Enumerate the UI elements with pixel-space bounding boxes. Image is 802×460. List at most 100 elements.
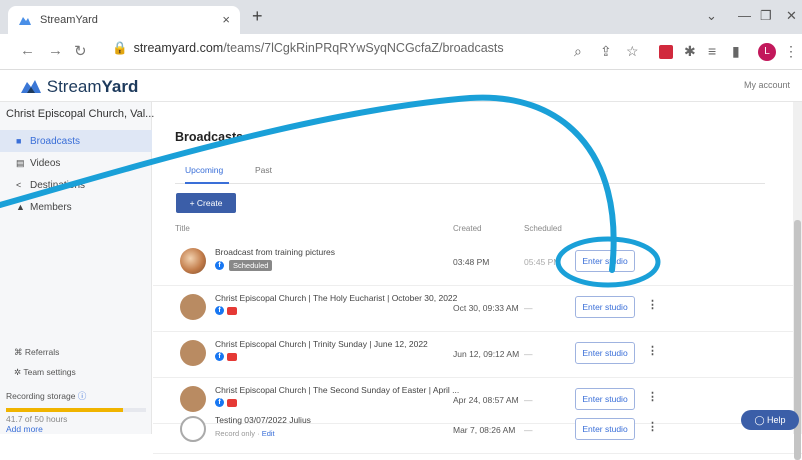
enter-studio-button[interactable]: Enter studio [575, 296, 635, 318]
tab-past[interactable]: Past [255, 165, 272, 175]
facebook-icon: f [215, 352, 224, 361]
scheduled-time: — [524, 395, 533, 405]
enter-studio-button[interactable]: Enter studio [575, 418, 635, 440]
more-options-icon[interactable]: ⋮ [647, 298, 658, 311]
col-title: Title [175, 224, 190, 233]
active-tab-underline [185, 182, 229, 184]
tab-search-icon[interactable]: ⌄ [706, 8, 717, 24]
team-name[interactable]: Christ Episcopal Church, Val... [6, 108, 154, 120]
broadcast-title[interactable]: Testing 03/07/2022 Julius [215, 415, 311, 425]
broadcast-tabs: Upcoming Past [175, 154, 765, 184]
youtube-icon [227, 306, 237, 315]
gift-icon: ⌘ [14, 347, 25, 357]
created-time: Apr 24, 08:57 AM [453, 395, 519, 405]
extensions-puzzle-icon[interactable]: ✱ [684, 43, 696, 60]
broadcast-title[interactable]: Christ Episcopal Church | The Holy Eucha… [215, 293, 457, 303]
broadcast-icon: ■ [16, 136, 22, 146]
more-options-icon[interactable]: ⋮ [647, 390, 658, 403]
add-more-link[interactable]: Add more [6, 424, 43, 434]
profile-avatar[interactable]: L [758, 43, 776, 61]
browser-menu-icon[interactable]: ⋮ [784, 43, 798, 60]
restore-icon[interactable]: ❐ [760, 8, 772, 24]
sidebar-item-broadcasts[interactable]: ■ Broadcasts [0, 130, 152, 152]
facebook-icon: f [215, 306, 224, 315]
sidebar-item-destinations[interactable]: < Destinations [0, 174, 152, 196]
scheduled-time: — [524, 349, 533, 359]
scheduled-time: — [524, 303, 533, 313]
forward-icon[interactable]: → [48, 42, 63, 59]
sidebar-item-label: Videos [30, 158, 61, 169]
col-scheduled: Scheduled [524, 224, 562, 233]
streamyard-favicon-icon [18, 14, 32, 29]
lock-icon: 🔒 [112, 41, 128, 55]
page-title: Broadcasts [175, 130, 244, 144]
broadcast-thumbnail [180, 294, 206, 320]
record-only-thumbnail [180, 416, 206, 442]
more-options-icon[interactable]: ⋮ [647, 420, 658, 433]
url-domain: streamyard.com [133, 41, 224, 55]
referrals-link[interactable]: ⌘ Referrals [14, 347, 59, 358]
back-icon[interactable]: ← [20, 42, 35, 59]
tab-upcoming[interactable]: Upcoming [185, 165, 223, 175]
help-button[interactable]: ◯ Help [741, 410, 799, 430]
recording-storage-text: Recording storage [6, 391, 76, 401]
scrollbar[interactable] [793, 102, 802, 460]
streamyard-logo[interactable]: StreamYard [20, 77, 138, 97]
close-window-icon[interactable]: ✕ [786, 8, 797, 24]
table-row: Testing 03/07/2022 Julius Record only · … [153, 408, 802, 454]
browser-toolbar: ← → ↻ 🔒 streamyard.com/teams/7lCgkRinPRqR… [0, 34, 802, 70]
side-panel-icon[interactable]: ▮ [732, 43, 740, 60]
facebook-icon: f [215, 398, 224, 407]
storage-progress-bar [6, 408, 146, 412]
app-header: StreamYard My account [0, 70, 802, 102]
created-time: Oct 30, 09:33 AM [453, 303, 519, 313]
browser-tab[interactable]: StreamYard × [8, 6, 240, 34]
more-options-icon[interactable]: ⋮ [647, 344, 658, 357]
created-time: Jun 12, 09:12 AM [453, 349, 520, 359]
destinations: f [215, 398, 237, 407]
chat-bubble-icon: ◯ [754, 415, 768, 425]
sidebar-item-videos[interactable]: ▤ Videos [0, 152, 152, 174]
logo-text-light: Stream [46, 77, 102, 96]
share-icon[interactable]: ⇪ [600, 43, 612, 60]
minimize-icon[interactable]: — [738, 8, 751, 23]
enter-studio-button[interactable]: Enter studio [575, 342, 635, 364]
broadcast-title[interactable]: Broadcast from training pictures [215, 247, 335, 257]
storage-progress-fill [6, 408, 123, 412]
table-header: Title Created Scheduled [153, 224, 802, 240]
team-settings-link[interactable]: ✲ Team settings [14, 367, 76, 378]
url-path: /teams/7lCgkRinPRqRYwSyqNCGcfaZ/broadcas… [223, 41, 504, 55]
members-icon: ▲ [16, 202, 25, 212]
sidebar: Christ Episcopal Church, Val... ■ Broadca… [0, 102, 154, 434]
reload-icon[interactable]: ↻ [74, 42, 87, 60]
created-time: 03:48 PM [453, 257, 490, 267]
facebook-icon: f [215, 261, 224, 270]
gear-icon: ✲ [14, 367, 24, 377]
help-label: Help [767, 415, 786, 425]
status-badge: Scheduled [229, 260, 273, 271]
reading-list-icon[interactable]: ≡ [708, 43, 716, 59]
sidebar-item-label: Broadcasts [30, 136, 81, 147]
broadcast-title[interactable]: Christ Episcopal Church | The Second Sun… [215, 385, 459, 395]
share-nodes-icon: < [16, 180, 22, 190]
address-bar[interactable]: 🔒 streamyard.com/teams/7lCgkRinPRqRYwSyqN… [112, 41, 504, 56]
broadcast-thumbnail [180, 248, 206, 274]
create-button[interactable]: + Create [176, 193, 236, 213]
table-row: Broadcast from training pictures f Sched… [153, 240, 802, 286]
youtube-icon [227, 398, 237, 407]
enter-studio-button[interactable]: Enter studio [575, 388, 635, 410]
extension-icon[interactable] [659, 45, 673, 59]
bookmark-star-icon[interactable]: ☆ [626, 43, 639, 60]
help-circle-icon[interactable]: ⓘ [78, 391, 87, 401]
zoom-icon[interactable]: ⌕ [574, 43, 582, 60]
sidebar-item-members[interactable]: ▲ Members [0, 196, 152, 218]
my-account-link[interactable]: My account [744, 80, 790, 90]
enter-studio-button[interactable]: Enter studio [575, 250, 635, 272]
browser-tab-bar: StreamYard × + ⌄ — ❐ ✕ [0, 0, 802, 34]
main-content: Broadcasts Upcoming Past + Create Title … [153, 102, 802, 454]
close-tab-icon[interactable]: × [222, 12, 230, 27]
new-tab-button[interactable]: + [252, 6, 263, 27]
sidebar-item-label: Destinations [30, 180, 86, 191]
broadcast-title[interactable]: Christ Episcopal Church | Trinity Sunday… [215, 339, 428, 349]
browser-tab-title: StreamYard [40, 14, 98, 26]
